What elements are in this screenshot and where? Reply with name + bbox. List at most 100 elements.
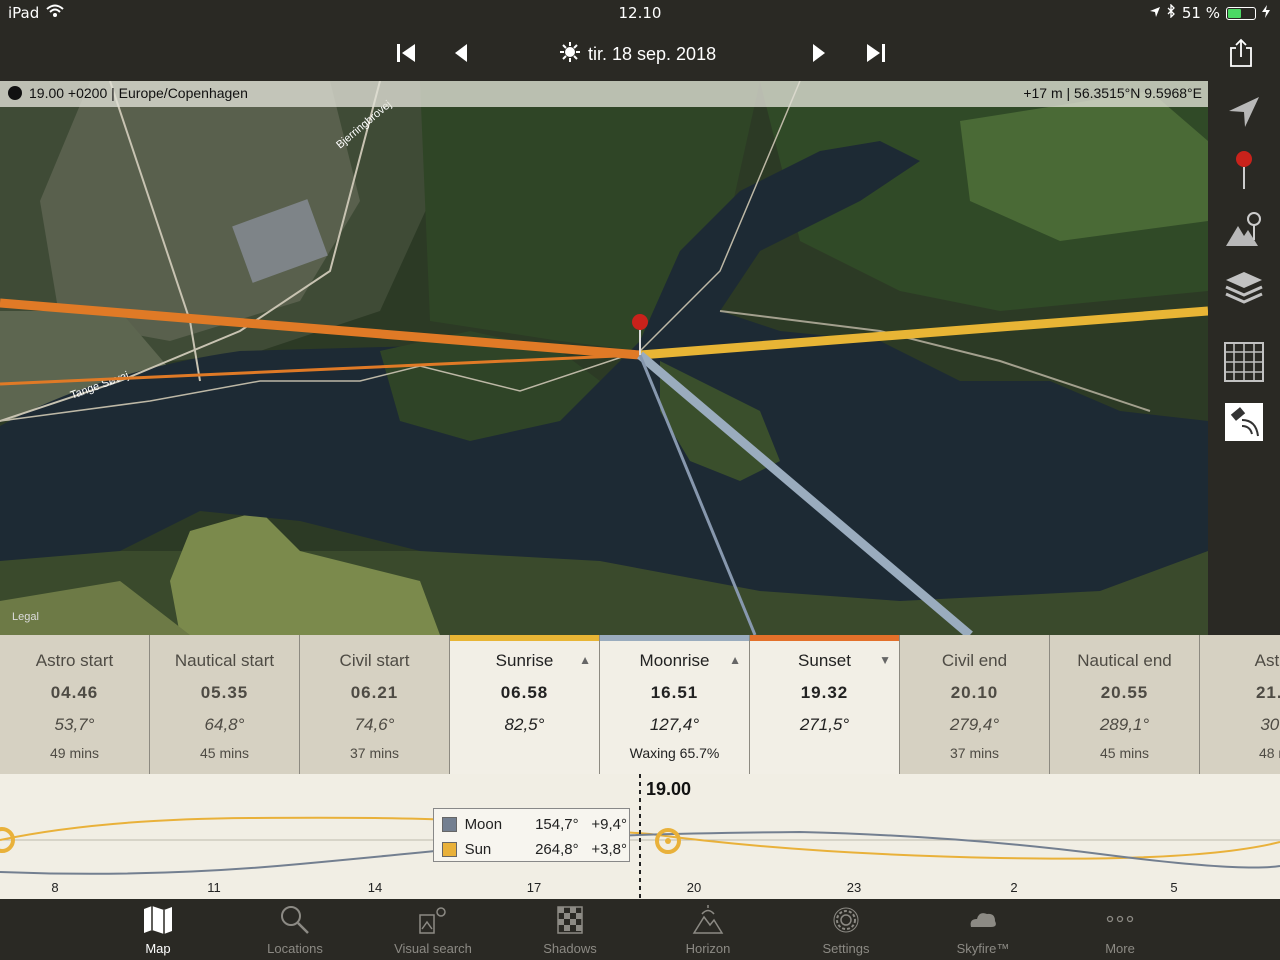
sun-swatch [442, 841, 457, 857]
location-arrow-icon [1229, 97, 1259, 127]
location-info: +17 m | 56.3515°N 9.5968°E [1023, 85, 1202, 101]
chevron-left-icon [455, 44, 467, 62]
event-azimuth: 289,1° [1099, 715, 1150, 734]
event-name: Astro start [35, 651, 114, 670]
legend-name: Sun [464, 840, 492, 858]
event-card-nautical-end[interactable]: Nautical end 20.55 289,1° 45 mins [1050, 635, 1199, 774]
next-button[interactable] [806, 36, 832, 70]
event-time: 06.58 [500, 683, 549, 702]
timeline-tick: 20 [686, 880, 702, 895]
tab-label: Visual search [394, 941, 472, 956]
current-location-button[interactable] [1221, 89, 1267, 135]
event-cards: Astro start 04.46 53,7° 49 mins Nautical sta… [0, 635, 1280, 774]
bluetooth-icon [1167, 3, 1176, 22]
event-time: 04.46 [50, 683, 99, 702]
arrow-up-icon: ▲ [729, 653, 741, 667]
event-card-nautical-start[interactable]: Nautical start 05.35 64,8° 45 mins [150, 635, 299, 774]
event-time: 19.32 [800, 683, 849, 702]
map-pin-icon [632, 314, 648, 330]
event-time: 05.35 [200, 683, 249, 702]
app-window: iPad 12.10 51 % tir. 18 sep. 2018 Bjerri… [0, 0, 1280, 960]
shadows-icon [557, 906, 583, 934]
event-card-astro[interactable]: Astro 21.4 300 48 m [1200, 635, 1280, 774]
map-canvas: Bjerringbrovej Tange Søvej [0, 81, 1208, 635]
skip-to-end-button[interactable] [862, 36, 890, 70]
date-selector[interactable]: tir. 18 sep. 2018 [560, 39, 720, 69]
pin-button[interactable] [1221, 147, 1267, 193]
arrow-up-icon: ▲ [579, 653, 591, 667]
current-time-label: 19.00 [646, 779, 692, 799]
tab-horizon[interactable]: Horizon [648, 899, 768, 960]
horizon-icon [692, 905, 724, 934]
tab-visual-search[interactable]: Visual search [373, 899, 493, 960]
event-name: Civil end [941, 651, 1008, 670]
event-azimuth: 53,7° [54, 715, 95, 734]
timeline-tick: 11 [207, 880, 221, 895]
event-card-moonrise[interactable]: Moonrise 16.51 127,4° Waxing 65.7% ▲ [600, 635, 749, 774]
tab-label: Settings [822, 941, 870, 956]
tab-label: Locations [267, 941, 323, 956]
layers-icon [1225, 272, 1263, 304]
visual-search-icon [419, 907, 446, 934]
event-time: 16.51 [650, 683, 699, 702]
event-detail: 45 mins [199, 745, 250, 761]
event-detail: 49 mins [49, 745, 100, 761]
map-icon [144, 906, 172, 934]
legend-row-sun: Sun 264,8° +3,8° [442, 839, 627, 859]
tab-settings[interactable]: Settings [786, 899, 906, 960]
status-clock: 12.10 [618, 4, 662, 22]
timezone-info: 19.00 +0200 | Europe/Copenhagen [29, 85, 248, 101]
map-info-strip: 19.00 +0200 | Europe/Copenhagen +17 m | … [0, 81, 1208, 107]
previous-button[interactable] [448, 36, 474, 70]
elevation-pin-button[interactable] [1221, 207, 1267, 253]
map-tools-sidebar [1208, 81, 1280, 635]
legal-link[interactable]: Legal [12, 611, 39, 623]
tab-shadows[interactable]: Shadows [510, 899, 630, 960]
chevron-right-icon [813, 44, 825, 62]
timeline-tick: 17 [526, 880, 542, 895]
tab-label: Horizon [685, 941, 731, 956]
timeline-legend: Moon 154,7° +9,4° Sun 264,8° +3,8° [433, 808, 630, 862]
event-card-civil-end[interactable]: Civil end 20.10 279,4° 37 mins [900, 635, 1049, 774]
skip-to-start-button[interactable] [392, 36, 420, 70]
event-detail: 37 mins [949, 745, 1000, 761]
skip-start-icon [397, 44, 415, 62]
event-card-astro-start[interactable]: Astro start 04.46 53,7° 49 mins [0, 635, 149, 774]
event-detail: 48 m [1258, 745, 1280, 761]
event-name: Moonrise [639, 651, 710, 670]
gear-icon [833, 907, 859, 933]
moon-phase-icon [8, 86, 22, 100]
map-layers-button[interactable] [1221, 265, 1267, 311]
tab-skyfire[interactable]: Skyfire™ [923, 899, 1043, 960]
event-card-civil-start[interactable]: Civil start 06.21 74,6° 37 mins [300, 635, 449, 774]
tab-more[interactable]: More [1060, 899, 1180, 960]
event-azimuth: 127,4° [649, 715, 700, 734]
event-detail: 37 mins [349, 745, 400, 761]
more-icon [1106, 915, 1134, 923]
tab-locations[interactable]: Locations [235, 899, 355, 960]
timeline-tick: 14 [367, 880, 383, 895]
legend-azimuth: 264,8° [535, 840, 579, 858]
tab-map[interactable]: Map [98, 899, 218, 960]
mountain-pin-icon [1226, 212, 1261, 246]
event-card-sunset[interactable]: Sunset 19.32 271,5° ▼ [750, 635, 899, 774]
event-azimuth: 300 [1260, 715, 1280, 734]
timeline-tick: 23 [846, 880, 862, 895]
status-bar: iPad 12.10 51 % [0, 0, 1280, 26]
grid-overlay-button[interactable] [1221, 339, 1267, 385]
search-icon [281, 906, 309, 934]
battery-percent: 51 % [1181, 4, 1220, 22]
event-time: 21.4 [1255, 683, 1280, 702]
event-azimuth: 279,4° [949, 715, 1000, 734]
location-arrow-icon [1149, 4, 1161, 22]
share-button[interactable] [1226, 36, 1256, 70]
satellite-map[interactable]: Bjerringbrovej Tange Søvej [0, 81, 1208, 635]
sun-icon [560, 41, 580, 67]
event-color-bar [600, 635, 749, 641]
legend-azimuth: 154,7° [535, 815, 579, 833]
satellite-button[interactable] [1221, 399, 1267, 445]
skip-end-icon [867, 44, 885, 62]
event-card-sunrise[interactable]: Sunrise 06.58 82,5° ▲ [450, 635, 599, 774]
event-azimuth: 64,8° [204, 715, 245, 734]
sun-moon-timeline[interactable]: 19.00 Moon 154,7° +9,4° Sun 264,8° +3,8°… [0, 774, 1280, 899]
